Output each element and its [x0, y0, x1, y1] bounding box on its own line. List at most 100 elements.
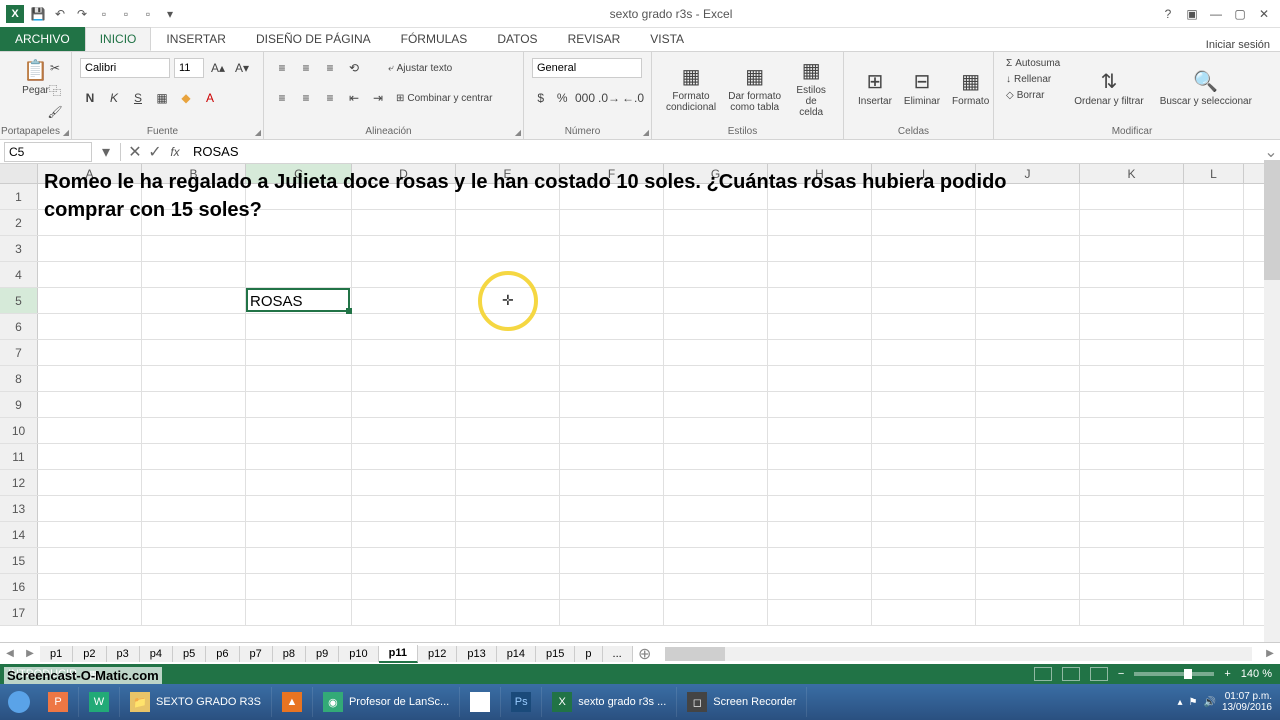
cell[interactable]: [1184, 522, 1244, 547]
cell[interactable]: [352, 522, 456, 547]
cell[interactable]: [768, 340, 872, 365]
cell[interactable]: [456, 288, 560, 313]
cell[interactable]: [352, 418, 456, 443]
cell[interactable]: [38, 262, 142, 287]
cell[interactable]: [1080, 548, 1184, 573]
enter-icon[interactable]: ✓: [145, 142, 165, 162]
page-break-view-icon[interactable]: [1090, 667, 1108, 681]
cell[interactable]: [352, 366, 456, 391]
cell[interactable]: [352, 470, 456, 495]
cell[interactable]: [246, 314, 352, 339]
cell[interactable]: [456, 600, 560, 625]
cell[interactable]: [664, 236, 768, 261]
cell[interactable]: [456, 262, 560, 287]
cell[interactable]: [1080, 418, 1184, 443]
fill-handle[interactable]: [346, 308, 352, 314]
cell[interactable]: [142, 470, 246, 495]
cell[interactable]: [664, 288, 768, 313]
tab-datos[interactable]: DATOS: [482, 27, 552, 51]
cell[interactable]: [38, 236, 142, 261]
signin-link[interactable]: Iniciar sesión: [1206, 39, 1280, 51]
cell[interactable]: [560, 288, 664, 313]
cell[interactable]: [1184, 210, 1244, 235]
scroll-thumb[interactable]: [665, 647, 725, 661]
cell[interactable]: [664, 314, 768, 339]
minimize-icon[interactable]: —: [1206, 4, 1226, 24]
cell[interactable]: [872, 574, 976, 599]
taskbar-recorder[interactable]: ◻Screen Recorder: [677, 687, 807, 717]
cell[interactable]: [664, 262, 768, 287]
dec-decimal-icon[interactable]: ←.0: [623, 88, 643, 108]
format-cells-button[interactable]: ▦Formato: [946, 56, 995, 120]
cell[interactable]: [246, 548, 352, 573]
cell[interactable]: [456, 444, 560, 469]
cell[interactable]: [1184, 470, 1244, 495]
cell[interactable]: [664, 418, 768, 443]
sheet-tab[interactable]: p11: [379, 645, 418, 663]
sheet-nav-next-icon[interactable]: ▶: [20, 648, 40, 659]
cell[interactable]: [246, 522, 352, 547]
expand-formula-icon[interactable]: ⌄: [1262, 142, 1280, 162]
cell[interactable]: [456, 392, 560, 417]
autosum-button[interactable]: ΣAutosuma: [1002, 56, 1064, 71]
cell[interactable]: [664, 470, 768, 495]
maximize-icon[interactable]: ▢: [1230, 4, 1250, 24]
col-header[interactable]: K: [1080, 164, 1184, 183]
cell[interactable]: [1080, 340, 1184, 365]
cut-icon[interactable]: ✂: [45, 58, 65, 78]
sheet-tab[interactable]: p7: [240, 646, 273, 662]
insert-cells-button[interactable]: ⊞Insertar: [852, 56, 898, 120]
cell[interactable]: [872, 236, 976, 261]
system-tray[interactable]: ▴ ⚑ 🔊 01:07 p.m.13/09/2016: [1177, 691, 1280, 713]
italic-button[interactable]: K: [104, 88, 124, 108]
cell[interactable]: [560, 418, 664, 443]
cell[interactable]: [664, 392, 768, 417]
cell[interactable]: [142, 522, 246, 547]
cell[interactable]: [456, 522, 560, 547]
expand-icon[interactable]: ◢: [643, 128, 649, 137]
cell[interactable]: [1080, 262, 1184, 287]
sheet-tab[interactable]: p1: [40, 646, 73, 662]
cell[interactable]: [246, 262, 352, 287]
cell[interactable]: [38, 444, 142, 469]
cell[interactable]: [38, 522, 142, 547]
row-header[interactable]: 7: [0, 340, 38, 365]
cell[interactable]: [456, 340, 560, 365]
cell[interactable]: [872, 470, 976, 495]
cell[interactable]: [768, 496, 872, 521]
row-header[interactable]: 8: [0, 366, 38, 391]
cell[interactable]: [1184, 392, 1244, 417]
cell[interactable]: [1184, 444, 1244, 469]
help-icon[interactable]: ?: [1158, 4, 1178, 24]
align-center-icon[interactable]: ≡: [296, 88, 316, 108]
cell[interactable]: [872, 444, 976, 469]
name-box[interactable]: C5: [4, 142, 92, 162]
add-sheet-button[interactable]: ⊕: [633, 644, 657, 664]
cell[interactable]: [142, 418, 246, 443]
cell[interactable]: [456, 470, 560, 495]
row-header[interactable]: 15: [0, 548, 38, 573]
tray-up-icon[interactable]: ▴: [1177, 697, 1182, 708]
indent-inc-icon[interactable]: ⇥: [368, 88, 388, 108]
scroll-right-icon[interactable]: ▶: [1260, 648, 1280, 659]
sheet-nav-prev-icon[interactable]: ◀: [0, 648, 20, 659]
row-header[interactable]: 11: [0, 444, 38, 469]
cell[interactable]: [560, 548, 664, 573]
cell[interactable]: [1184, 574, 1244, 599]
cell[interactable]: [246, 366, 352, 391]
fx-icon[interactable]: fx: [165, 142, 185, 162]
cell[interactable]: [352, 314, 456, 339]
cell[interactable]: [142, 236, 246, 261]
row-header[interactable]: 14: [0, 522, 38, 547]
sheet-tab[interactable]: p13: [457, 646, 496, 662]
expand-icon[interactable]: ◢: [515, 128, 521, 137]
font-name-select[interactable]: Calibri: [80, 58, 170, 78]
cell[interactable]: [872, 288, 976, 313]
cell[interactable]: [664, 522, 768, 547]
sheet-tab[interactable]: p10: [339, 646, 378, 662]
tab-archivo[interactable]: ARCHIVO: [0, 27, 85, 51]
cell[interactable]: [246, 496, 352, 521]
cell[interactable]: [38, 288, 142, 313]
cell[interactable]: [976, 418, 1080, 443]
formula-input[interactable]: ROSAS: [185, 142, 1262, 162]
